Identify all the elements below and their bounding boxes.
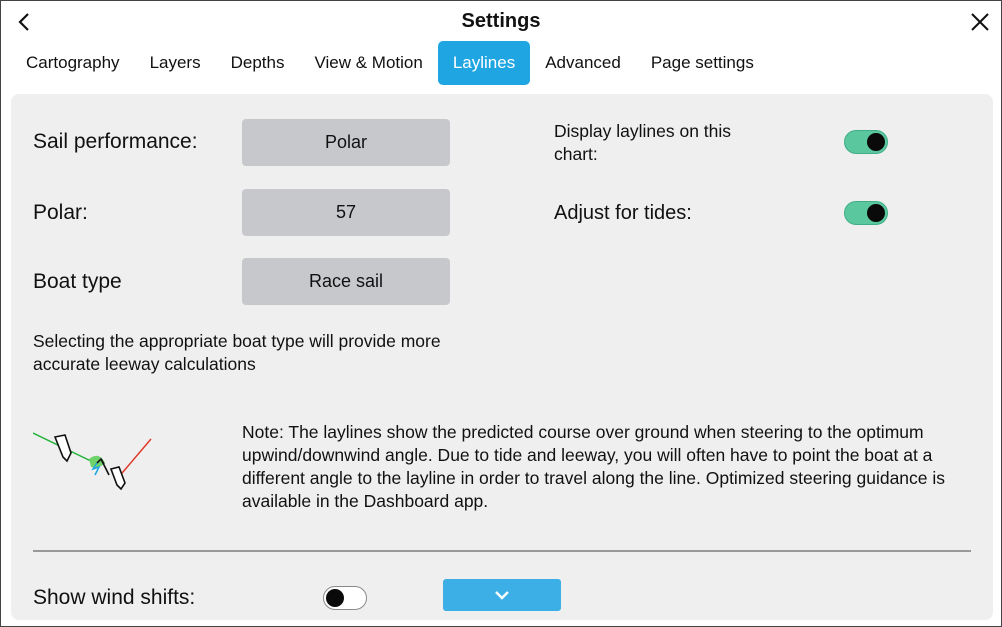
page-title: Settings (461, 10, 541, 32)
polar-label: Polar: (33, 201, 88, 224)
adjust-for-tides-label: Adjust for tides: (554, 202, 692, 224)
tab-page-settings[interactable]: Page settings (636, 41, 769, 85)
close-icon (971, 13, 989, 31)
boat-type-help-text: Selecting the appropriate boat type will… (33, 331, 441, 374)
show-wind-shifts-toggle[interactable] (323, 586, 367, 610)
sail-performance-label: Sail performance: (33, 130, 198, 153)
boat-type-button[interactable]: Race sail (242, 258, 450, 305)
tab-advanced[interactable]: Advanced (530, 41, 636, 85)
display-laylines-label: Display laylines on this chart: (554, 121, 732, 164)
close-button[interactable] (967, 9, 993, 35)
chevron-down-icon (495, 591, 509, 600)
tab-laylines[interactable]: Laylines (437, 41, 531, 85)
adjust-for-tides-toggle[interactable] (844, 201, 888, 225)
toggle-knob (326, 589, 344, 607)
boat-type-label: Boat type (33, 270, 122, 293)
toggle-knob (867, 133, 885, 151)
tab-depths[interactable]: Depths (216, 41, 300, 85)
polar-button[interactable]: 57 (242, 189, 450, 236)
sail-performance-button[interactable]: Polar (242, 119, 450, 166)
display-laylines-toggle[interactable] (844, 130, 888, 154)
tab-layers[interactable]: Layers (135, 41, 216, 85)
tab-bar: Cartography Layers Depths View & Motion … (11, 41, 769, 85)
wind-shifts-expand-button[interactable] (443, 579, 561, 611)
laylines-settings-panel: Sail performance: Polar Polar: 57 Boat t… (11, 94, 993, 620)
divider (33, 550, 971, 552)
tab-cartography[interactable]: Cartography (11, 41, 135, 85)
show-wind-shifts-label: Show wind shifts: (33, 586, 196, 609)
tab-view-motion[interactable]: View & Motion (299, 41, 437, 85)
toggle-knob (867, 204, 885, 222)
laylines-note-text: Note: The laylines show the predicted co… (242, 422, 946, 511)
settings-dialog: Settings Cartography Layers Depths View … (0, 0, 1002, 627)
laylines-diagram-icon (33, 432, 152, 491)
